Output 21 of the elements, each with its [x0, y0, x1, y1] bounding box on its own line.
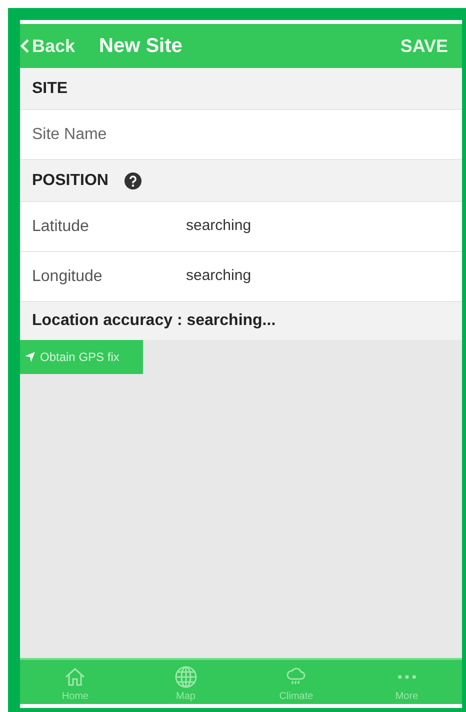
field-value: searching: [186, 266, 252, 286]
help-icon[interactable]: [124, 172, 142, 190]
field-value: searching: [186, 216, 252, 236]
globe-icon: [172, 664, 199, 690]
more-icon: [398, 675, 416, 679]
chevron-left-icon: [20, 38, 30, 54]
page-title: New Site: [99, 34, 182, 59]
section-header: SITE: [20, 68, 462, 110]
section-header: POSITION: [32, 170, 108, 190]
tab-bar-item[interactable]: Map: [130, 660, 241, 704]
field-label: Latitude: [32, 216, 90, 236]
tab-bar-item[interactable]: More: [352, 660, 462, 704]
tab-bar-item[interactable]: Home: [20, 660, 130, 704]
tab-bar-item[interactable]: Climate: [241, 660, 352, 704]
location-arrow-icon: [24, 351, 36, 363]
field-label: Longitude: [32, 266, 104, 286]
accuracy-text: Location accuracy : searching...: [20, 302, 462, 340]
back-button[interactable]: Back: [20, 32, 76, 60]
save-button[interactable]: SAVE: [394, 32, 454, 60]
site-name-field[interactable]: Site Name: [20, 110, 462, 160]
gps-button[interactable]: Obtain GPS fix: [20, 340, 143, 374]
